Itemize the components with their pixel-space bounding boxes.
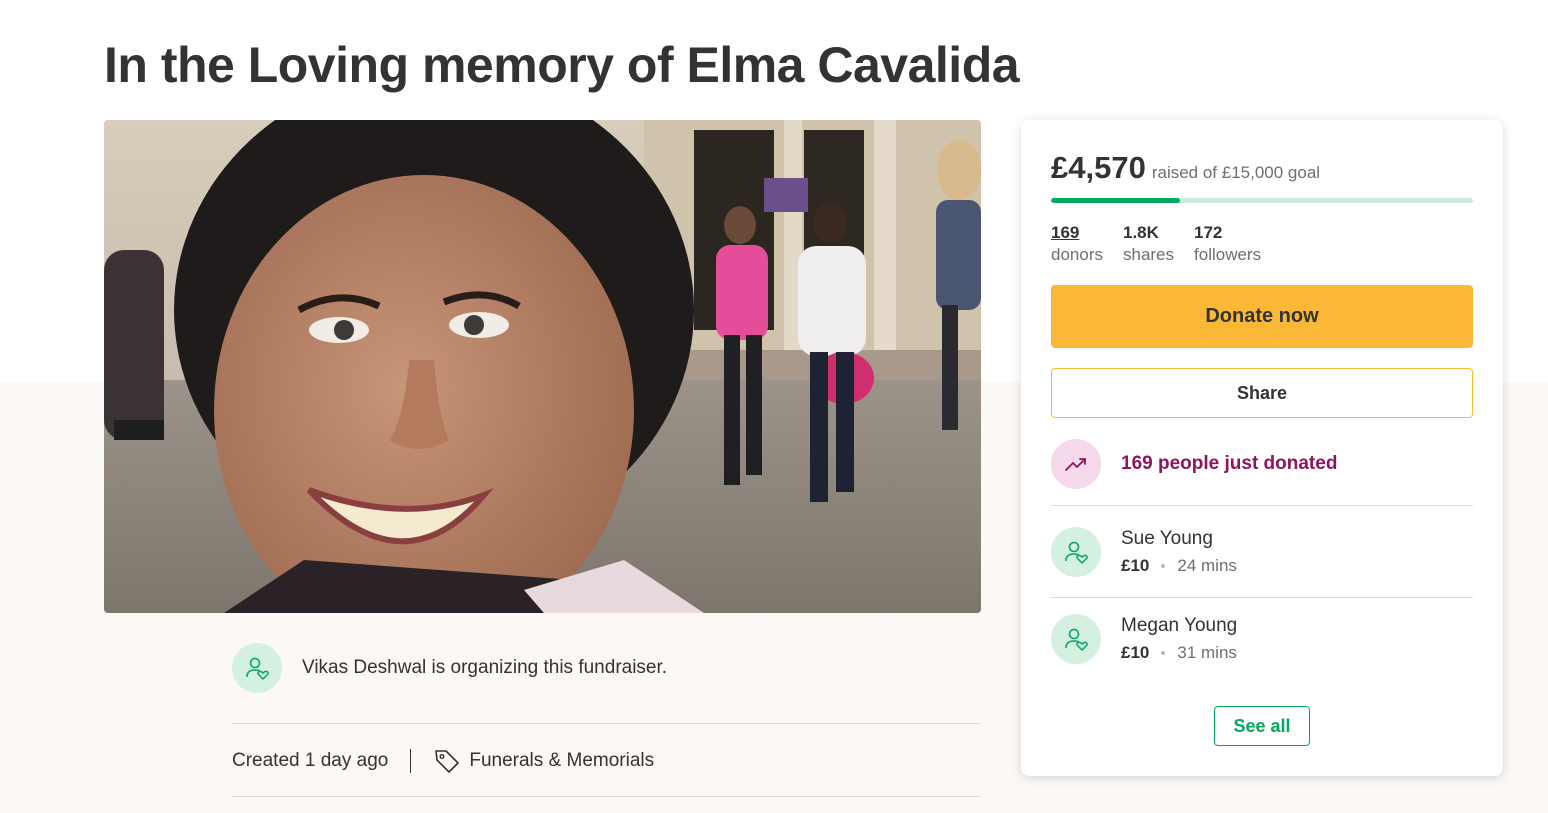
organizer-text: Vikas Deshwal is organizing this fundrai… <box>302 657 668 678</box>
goal-text: raised of £15,000 goal <box>1151 163 1321 182</box>
category-link[interactable]: Funerals & Memorials <box>433 747 654 775</box>
tag-icon <box>435 750 460 773</box>
divider <box>1051 597 1473 598</box>
raised-amount: £4,570 <box>1051 150 1146 185</box>
donor-name: Megan Young <box>1121 615 1238 636</box>
recent-donations-trend: 169 people just donated <box>1051 439 1337 489</box>
separator-dot <box>1161 651 1166 655</box>
progress-bar <box>1051 198 1473 203</box>
stat-value[interactable]: 169 <box>1051 222 1103 244</box>
stat-value: 1.8K <box>1122 223 1159 242</box>
trending-up-icon <box>1051 439 1101 489</box>
donation-amount: £10 <box>1121 643 1150 662</box>
donation-time: 24 mins <box>1177 556 1237 575</box>
donate-now-button[interactable]: Donate now <box>1051 285 1473 348</box>
stat-followers: 172 followers <box>1194 222 1261 266</box>
donor-name: Sue Young <box>1121 528 1213 549</box>
created-date: Created 1 day ago <box>232 750 389 771</box>
share-button[interactable]: Share <box>1051 368 1473 418</box>
separator-dot <box>1161 564 1166 568</box>
see-all-button[interactable]: See all <box>1214 706 1310 746</box>
divider <box>232 796 981 797</box>
campaign-photo-illustration <box>104 120 981 613</box>
campaign-stats: 169 donors 1.8K shares 172 followers <box>1051 222 1281 266</box>
progress-fill <box>1051 198 1180 203</box>
donor-item: Megan Young £10 31 mins <box>1051 614 1237 665</box>
person-heart-icon <box>1051 527 1101 577</box>
stat-label: shares <box>1122 245 1175 264</box>
trend-text: 169 people just donated <box>1121 453 1338 474</box>
donor-item: Sue Young £10 24 mins <box>1051 527 1237 578</box>
category-label: Funerals & Memorials <box>469 750 655 771</box>
donation-sidebar: £4,570 raised of £15,000 goal 169 donors… <box>1021 120 1503 776</box>
organizer-row: Vikas Deshwal is organizing this fundrai… <box>232 643 981 693</box>
stat-donors[interactable]: 169 donors <box>1051 222 1103 266</box>
donation-amount: £10 <box>1121 556 1150 575</box>
stat-label: donors <box>1051 245 1103 264</box>
person-heart-icon <box>232 643 282 693</box>
donation-time: 31 mins <box>1177 643 1237 662</box>
divider <box>1051 505 1473 506</box>
raised-summary: £4,570 raised of £15,000 goal <box>1051 150 1320 186</box>
person-heart-icon <box>1051 614 1101 664</box>
page-title: In the Loving memory of Elma Cavalida <box>104 37 1020 93</box>
campaign-photo[interactable] <box>104 120 981 613</box>
stat-value: 172 <box>1194 223 1223 242</box>
stat-shares: 1.8K shares <box>1123 222 1174 266</box>
divider <box>232 723 981 724</box>
campaign-meta: Created 1 day ago Funerals & Memorials <box>232 745 654 777</box>
meta-separator <box>410 749 412 773</box>
stat-label: followers <box>1194 245 1262 264</box>
